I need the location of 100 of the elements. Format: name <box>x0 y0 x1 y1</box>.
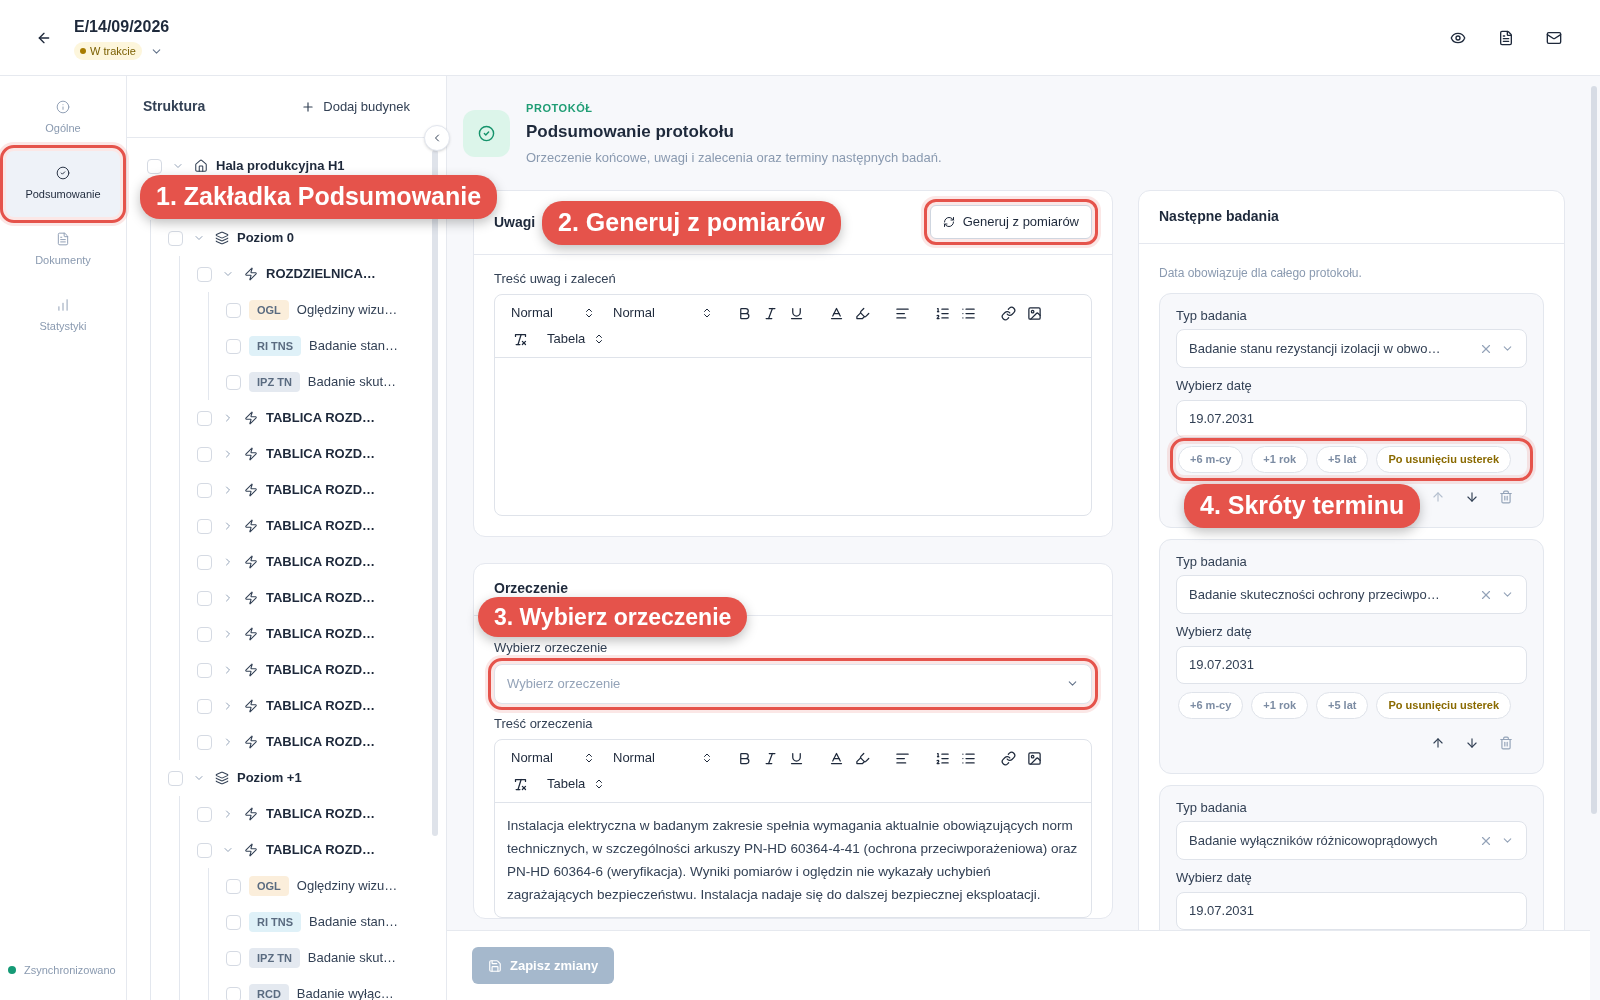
status-badge[interactable]: W trakcie <box>74 41 142 61</box>
test-badge: RI TNS <box>249 335 302 357</box>
card-note: Data obowiązuje dla całego protokołu. <box>1159 264 1363 282</box>
field-label: Treść uwag i zaleceń <box>494 269 617 288</box>
trash-icon[interactable] <box>1499 735 1513 750</box>
checkbox[interactable] <box>197 662 212 678</box>
test-label[interactable]: Badanie skut… <box>307 372 396 392</box>
tree-node-label[interactable]: TABLICA ROZD… <box>266 444 376 464</box>
test-label[interactable]: Oględziny wizu… <box>296 876 398 896</box>
checkbox[interactable] <box>197 626 212 642</box>
mail-icon[interactable] <box>1546 29 1562 46</box>
scrollbar[interactable] <box>1591 86 1597 814</box>
date-shortcut-chip[interactable]: +6 m-cy <box>1178 691 1244 719</box>
page-title: Podsumowanie protokołu <box>526 120 735 143</box>
move-up-icon[interactable] <box>1431 735 1445 750</box>
callout: 2. Generuj z pomiarów <box>542 200 841 245</box>
tree-node-label[interactable]: TABLICA ROZD… <box>266 660 376 680</box>
tree-node-label[interactable]: TABLICA ROZD… <box>266 804 376 824</box>
test-type-select[interactable]: Badanie stanu rezystancji izolacji w obwo… <box>1176 329 1527 368</box>
date-shortcut-chip[interactable]: +5 lat <box>1316 691 1369 719</box>
checkbox[interactable] <box>197 734 212 750</box>
test-label[interactable]: Badanie stan… <box>309 912 398 932</box>
tree-node-label[interactable]: TABLICA ROZD… <box>266 516 376 536</box>
checkbox[interactable] <box>226 878 241 894</box>
checkbox[interactable] <box>197 806 212 822</box>
checkbox[interactable] <box>197 446 212 462</box>
tree-node-label[interactable]: TABLICA ROZD… <box>266 696 376 716</box>
link-icon <box>1000 305 1016 321</box>
test-label[interactable]: Oględziny wizu… <box>296 300 398 320</box>
table-select[interactable]: Tabela <box>547 329 606 349</box>
text-editor[interactable]: Normal Normal Tabela <box>494 294 1092 516</box>
bullet-list-icon <box>960 750 976 766</box>
test-label[interactable]: Badanie stan… <box>309 336 398 356</box>
updown-icon <box>701 752 713 764</box>
collapse-button[interactable] <box>424 125 450 151</box>
date-shortcut-chip[interactable]: +5 lat <box>1316 445 1369 473</box>
document-icon[interactable] <box>1498 29 1514 46</box>
date-shortcut-chip[interactable]: +6 m-cy <box>1178 445 1244 473</box>
test-type-select[interactable]: Badanie skuteczności ochrony przeciwpo… <box>1176 575 1527 614</box>
tree-node-label[interactable]: TABLICA ROZD… <box>266 624 376 644</box>
test-label[interactable]: Badanie skut… <box>307 948 396 968</box>
checkbox[interactable] <box>197 410 212 426</box>
checkbox[interactable] <box>226 374 241 390</box>
checkbox[interactable] <box>197 590 212 606</box>
lightning-icon <box>244 663 258 677</box>
test-badge: IPZ TN <box>249 947 300 969</box>
underline-icon <box>788 750 804 766</box>
size-select[interactable]: Normal <box>613 303 723 323</box>
checkbox[interactable] <box>226 338 241 354</box>
test-badge: RI TNS <box>249 911 302 933</box>
section-eyebrow: PROTOKÓŁ <box>526 101 594 116</box>
checkbox[interactable] <box>197 482 212 498</box>
tree-node-label[interactable]: TABLICA ROZD… <box>266 588 376 608</box>
tree-node-label[interactable]: TABLICA ROZD… <box>266 840 376 860</box>
checkbox[interactable] <box>197 518 212 534</box>
tree-node-label[interactable]: ROZDZIELNICA… <box>266 264 376 284</box>
trash-icon[interactable] <box>1499 489 1513 504</box>
date-shortcut-chip[interactable]: Po usunięciu usterek <box>1376 445 1512 473</box>
checkbox[interactable] <box>226 302 241 318</box>
add-building-button[interactable]: Dodaj budynek <box>301 96 430 117</box>
field-label: Typ badania <box>1176 552 1248 571</box>
tree-node-label[interactable]: TABLICA ROZD… <box>266 480 376 500</box>
checkbox[interactable] <box>168 230 183 246</box>
table-select[interactable]: Tabela <box>547 774 606 794</box>
date-field[interactable]: 19.07.2031 <box>1176 645 1527 684</box>
test-badge: OGL <box>249 875 289 897</box>
checkbox[interactable] <box>226 986 241 1000</box>
checkbox[interactable] <box>226 914 241 930</box>
field-label: Typ badania <box>1176 306 1248 325</box>
text-editor[interactable] <box>494 739 1092 918</box>
tree-node-label[interactable]: Poziom 0 <box>237 228 295 248</box>
move-down-icon[interactable] <box>1465 735 1479 750</box>
tree-node-label[interactable]: TABLICA ROZD… <box>266 408 376 428</box>
checkbox[interactable] <box>168 770 183 786</box>
italic-icon <box>762 750 778 766</box>
heading-select[interactable]: Normal <box>507 303 605 323</box>
lightning-icon <box>244 267 258 281</box>
lightning-icon <box>244 555 258 569</box>
checkbox[interactable] <box>197 554 212 570</box>
checkbox[interactable] <box>197 698 212 714</box>
editor-text: Instalacja elektryczna w badanym zakresie spełnia wymagania aktualnie obowiązujących norm technicznych, w szczególności arkuszy PN-HD 60364-4-41 (ochrona przeciwporażeniowa) oraz PN-HD 60364-6 (weryfikacja). Wyniki pomiarów i oględzin nie wykazały uchybień zagrażających bezpieczeństwu. Instalacja nadaje się do dalszej bezpiecznej eksploatacji. <box>507 817 1079 904</box>
checkbox[interactable] <box>226 950 241 966</box>
date-shortcut-chip[interactable]: Po usunięciu usterek <box>1376 691 1512 719</box>
protocol-number: E/14/09/2026 <box>74 16 170 37</box>
test-type-select[interactable]: Badanie wyłączników różnicowoprądowych <box>1176 821 1527 860</box>
checkbox[interactable] <box>197 266 212 282</box>
date-field[interactable]: 19.07.2031 <box>1176 891 1527 930</box>
callout: 4. Skróty terminu <box>1184 483 1421 528</box>
move-down-icon[interactable] <box>1465 489 1479 504</box>
image-icon <box>1026 750 1042 766</box>
tree-node-label[interactable]: TABLICA ROZD… <box>266 552 376 572</box>
date-field[interactable]: 19.07.2031 <box>1176 399 1527 438</box>
tree-node-label[interactable]: Poziom +1 <box>237 768 302 788</box>
size-select[interactable]: Normal <box>613 748 723 768</box>
field-label: Typ badania <box>1176 798 1248 817</box>
checkbox[interactable] <box>147 158 162 174</box>
heading-select[interactable]: Normal <box>507 748 605 768</box>
checkbox[interactable] <box>197 842 212 858</box>
tree-node-label[interactable]: Hala produkcyjna H1 <box>216 156 345 176</box>
tree-node-label[interactable]: TABLICA ROZD… <box>266 732 376 752</box>
